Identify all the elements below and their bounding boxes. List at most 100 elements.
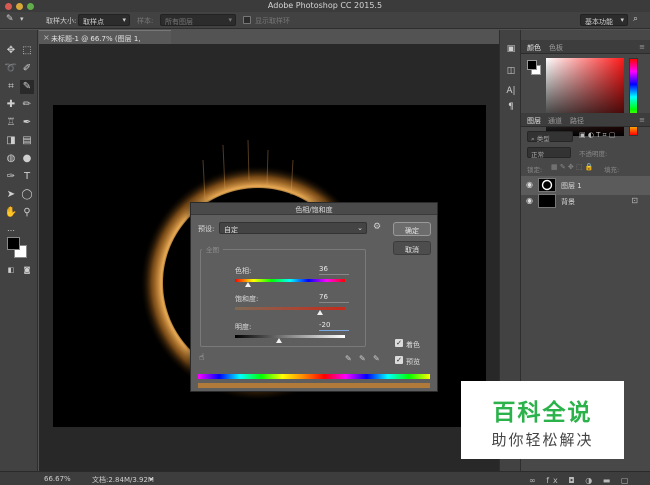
sample-select[interactable]: 所有图层 ▾ <box>160 14 236 26</box>
lightness-track[interactable] <box>235 335 345 338</box>
quick-select-tool-icon[interactable]: ✐ <box>20 62 34 76</box>
hue-handle[interactable] <box>245 282 251 287</box>
clone-stamp-tool-icon[interactable]: ♖ <box>4 116 18 130</box>
fill-label: 填充: <box>604 166 620 174</box>
brush-tool-icon[interactable]: ✏ <box>20 98 34 112</box>
dodge-tool-icon[interactable]: ● <box>20 152 34 166</box>
path-select-tool-icon[interactable]: ➤ <box>4 188 18 202</box>
ellipse-tool-icon[interactable]: ◯ <box>20 188 34 202</box>
tool-preset-chevron-icon[interactable]: ▾ <box>20 15 24 23</box>
layer-thumbnail <box>538 178 556 192</box>
hand-tool-icon[interactable]: ✋ <box>4 206 18 220</box>
history-brush-tool-icon[interactable]: ✒ <box>20 116 34 130</box>
lock-icon[interactable]: ⊡ <box>631 196 638 205</box>
panel-foreground-swatch[interactable] <box>527 60 537 70</box>
workspace-select[interactable]: 基本功能 ▾ <box>580 14 628 26</box>
preset-select[interactable]: 自定 ⌄ <box>219 222 367 234</box>
hue-track[interactable] <box>235 279 345 282</box>
lightness-handle[interactable] <box>276 338 282 343</box>
preview-label: 预览 <box>406 358 420 366</box>
show-ring-checkbox[interactable] <box>243 16 251 24</box>
watermark-subtitle: 助你轻松解决 <box>491 431 594 449</box>
hue-input[interactable]: 36 <box>319 265 349 275</box>
eyedropper-icon[interactable]: ✎ <box>6 14 14 24</box>
preset-value: 自定 <box>224 226 238 234</box>
healing-brush-tool-icon[interactable]: ✚ <box>4 98 18 112</box>
panel-menu-icon[interactable]: ≡ <box>639 43 645 51</box>
type-tool-icon[interactable]: T <box>20 170 34 184</box>
zoom-tool-icon[interactable]: ⚲ <box>20 206 34 220</box>
eyedropper-icon[interactable]: ✎ <box>345 354 352 363</box>
saturation-input[interactable]: 76 <box>319 293 349 303</box>
adjustment-icon[interactable]: ◑ <box>585 476 596 485</box>
default-colors-icon[interactable]: ◧ <box>4 263 18 277</box>
tab-paths[interactable]: 路径 <box>570 116 584 126</box>
foreground-color-swatch[interactable] <box>7 237 20 250</box>
close-tab-icon[interactable]: × <box>43 33 50 42</box>
layer-name: 图层 1 <box>561 182 582 190</box>
zoom-level[interactable]: 66.67% <box>44 475 71 483</box>
colorize-checkbox[interactable]: ✓ <box>395 339 403 347</box>
app-title: Adobe Photoshop CC 2015.5 <box>267 1 383 10</box>
preview-checkbox[interactable]: ✓ <box>395 356 403 364</box>
lock-icons[interactable]: ▦ ✎ ✥ ⬚ 🔒 <box>551 163 594 171</box>
eyedropper-tool-icon[interactable]: ✎ <box>20 80 34 94</box>
link-layers-icon[interactable]: ∞ <box>529 476 540 485</box>
new-layer-icon[interactable]: ▢ <box>621 476 633 485</box>
saturation-handle[interactable] <box>317 310 323 315</box>
cancel-button[interactable]: 取消 <box>393 241 431 255</box>
sample-size-label: 取样大小: <box>46 17 77 25</box>
group-icon[interactable]: ▬ <box>603 476 615 485</box>
saturation-track[interactable] <box>235 307 345 310</box>
history-panel-icon[interactable]: ▣ <box>504 44 518 58</box>
document-tab[interactable]: × 未标题-1 @ 66.7% (图层 1, RGB/8) * <box>39 30 171 52</box>
targeted-adjustment-hand-icon[interactable]: ☝ <box>199 353 204 363</box>
crop-tool-icon[interactable]: ⌗ <box>4 80 18 94</box>
channel-select[interactable]: 全图 <box>202 244 223 254</box>
lasso-tool-icon[interactable]: ➰ <box>4 62 18 76</box>
layer-actions: ∞ fx ◘ ◑ ▬ ▢ ⌫ <box>529 476 650 485</box>
chevron-down-icon: ▾ <box>620 16 624 24</box>
visibility-eye-icon[interactable]: ◉ <box>526 180 533 189</box>
preset-gear-icon[interactable]: ⚙ <box>373 222 381 232</box>
character-panel-icon[interactable]: A| <box>504 86 518 100</box>
sample-value: 所有图层 <box>165 18 193 26</box>
paragraph-panel-icon[interactable]: ¶ <box>504 102 518 116</box>
marquee-tool-icon[interactable]: ⬚ <box>20 44 34 58</box>
tab-color[interactable]: 颜色 <box>527 43 541 53</box>
blend-mode-select[interactable]: 正常 <box>527 147 571 159</box>
mask-icon[interactable]: ◘ <box>568 476 578 485</box>
layer-filter-select[interactable]: ⌕ 类型 <box>527 131 573 143</box>
quick-mask-icon[interactable]: ◙ <box>20 263 34 277</box>
tab-layers[interactable]: 图层 <box>527 116 541 126</box>
toolbox: ✥ ⬚ ➰ ✐ ⌗ ✎ ✚ ✏ ♖ ✒ ◨ ▤ ◍ ● ✑ T ➤ ◯ ✋ ⚲ … <box>0 30 38 471</box>
eyedropper-minus-icon[interactable]: ✎ <box>373 354 380 363</box>
eyedropper-plus-icon[interactable]: ✎ <box>359 354 366 363</box>
move-tool-icon[interactable]: ✥ <box>4 44 18 58</box>
filter-icons[interactable]: ▣ ◐ T ⌗ ▢ <box>579 131 615 140</box>
panel-menu-icon[interactable]: ≡ <box>639 116 645 124</box>
properties-panel-icon[interactable]: ◫ <box>504 66 518 80</box>
layer-row[interactable]: ◉ 背景 ⊡ <box>521 192 650 211</box>
layer-filter-value: 类型 <box>536 135 550 143</box>
filter-search-icon: ⌕ <box>531 135 535 143</box>
search-icon[interactable]: ⌕ <box>633 14 638 24</box>
layer-thumbnail <box>538 194 556 208</box>
visibility-eye-icon[interactable]: ◉ <box>526 196 533 205</box>
ok-button[interactable]: 确定 <box>393 222 431 236</box>
tab-channels[interactable]: 通道 <box>548 116 562 126</box>
eraser-tool-icon[interactable]: ◨ <box>4 134 18 148</box>
blend-mode-value: 正常 <box>531 151 544 159</box>
chevron-down-icon: ▾ <box>122 16 126 24</box>
lightness-input[interactable]: -20 <box>319 321 349 331</box>
pen-tool-icon[interactable]: ✑ <box>4 170 18 184</box>
gradient-tool-icon[interactable]: ▤ <box>20 134 34 148</box>
more-tools-icon[interactable]: … <box>4 222 18 236</box>
status-menu-icon[interactable]: ▸ <box>150 475 154 483</box>
fx-icon[interactable]: fx <box>546 476 562 485</box>
sample-size-select[interactable]: 取样点 ▾ <box>78 14 130 26</box>
blur-tool-icon[interactable]: ◍ <box>4 152 18 166</box>
output-color-bar <box>198 383 430 388</box>
saturation-label: 饱和度: <box>235 295 259 303</box>
tab-swatches[interactable]: 色板 <box>549 43 563 53</box>
